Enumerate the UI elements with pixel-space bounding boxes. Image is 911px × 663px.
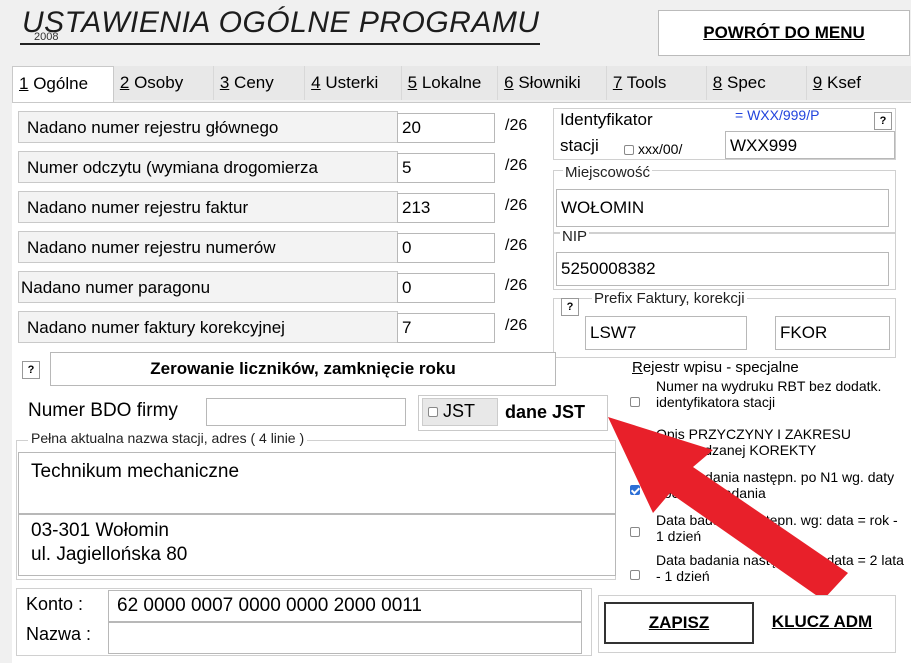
tab-osoby[interactable]: 2 Osoby: [113, 66, 214, 100]
counter-suffix: /26: [505, 157, 528, 174]
tab-num: 4: [311, 73, 321, 92]
jst-data-button[interactable]: dane JST: [505, 402, 585, 423]
tab-num: 1: [19, 74, 29, 93]
tab-num: 9: [812, 73, 823, 92]
counter-label: Nadano numer rejestru numerów: [18, 231, 398, 263]
admin-key-label: KLUCZ ADM: [771, 612, 873, 631]
counter-value-field[interactable]: 0: [397, 233, 495, 263]
tab-num: 5: [407, 73, 418, 92]
title-underline: [20, 43, 540, 45]
station-id-label: Identyfikator: [560, 110, 653, 129]
tab-num: 7: [612, 73, 623, 92]
counter-value-field[interactable]: 20: [397, 113, 495, 143]
tab-label: Spec: [727, 73, 766, 92]
save-label: ZAPISZ: [648, 613, 710, 632]
admin-key-button[interactable]: KLUCZ ADM: [756, 600, 888, 644]
tab-label: Tools: [626, 73, 667, 92]
help-icon[interactable]: ?: [22, 361, 40, 379]
city-label: Miejscowość: [563, 164, 653, 181]
special-title-text: ejestr wpisu - specjalne: [642, 359, 799, 376]
counter-value-field[interactable]: 0: [397, 273, 495, 303]
counter-suffix: /26: [505, 237, 528, 254]
format-hint: = WXX/999/P: [735, 107, 820, 123]
tab-bar: 1 Ogólne 2 Osoby 3 Ceny 4 Usterki 5 Loka…: [12, 66, 911, 103]
counter-suffix: /26: [505, 197, 528, 214]
city-field[interactable]: WOŁOMIN: [556, 189, 889, 227]
tab-lokalne[interactable]: 5 Lokalne: [401, 66, 499, 100]
tab-label: Osoby: [134, 73, 184, 92]
station-id-label-2: stacji: [560, 136, 599, 155]
address-label: Pełna aktualna nazwa stacji, adres ( 4 l…: [28, 430, 308, 446]
counter-suffix: /26: [505, 317, 528, 334]
red-arrow-annotation: [608, 417, 848, 600]
reset-counters-button[interactable]: Zerowanie liczników, zamknięcie roku: [50, 352, 556, 386]
format-option-label: xxx/00/: [638, 141, 683, 157]
nip-field[interactable]: 5250008382: [556, 252, 889, 286]
address-line-1: Technikum mechaniczne: [31, 461, 240, 482]
format-checkbox[interactable]: [624, 145, 634, 155]
special-registry-title: Rejestr wpisu - specjalne: [632, 359, 799, 376]
konto-label: Konto :: [26, 594, 84, 614]
arrow-shape: [608, 417, 848, 600]
tab-num: 3: [219, 73, 230, 92]
counter-label: Numer odczytu (wymiana drogomierza: [18, 151, 398, 183]
counter-label: Nadano numer rejestru głównego: [18, 111, 398, 143]
tab-num: 2: [119, 73, 130, 92]
tab-tools[interactable]: 7 Tools: [606, 66, 707, 100]
prefix-label: Prefix Faktury, korekcji: [592, 290, 747, 307]
counter-value-field[interactable]: 7: [397, 313, 495, 343]
bdo-field[interactable]: [206, 398, 406, 426]
year-label: 2008: [34, 31, 59, 43]
counter-suffix: /26: [505, 277, 528, 294]
konto-field[interactable]: 62 0000 0007 0000 0000 2000 0011: [108, 590, 582, 622]
tab-spec[interactable]: 8 Spec: [706, 66, 807, 100]
save-button[interactable]: ZAPISZ: [604, 602, 754, 644]
nip-label: NIP: [560, 228, 590, 245]
tab-label: Ogólne: [33, 74, 89, 93]
bdo-label: Numer BDO firmy: [28, 400, 178, 421]
tab-label: Ksef: [826, 73, 862, 92]
counter-suffix: /26: [505, 117, 528, 134]
nazwa-field[interactable]: [108, 622, 582, 654]
back-to-menu-label: POWRÓT DO MENU: [703, 23, 865, 42]
tab-ksef[interactable]: 9 Ksef: [806, 66, 911, 100]
help-icon[interactable]: ?: [874, 112, 892, 130]
counter-value-field[interactable]: 213: [397, 193, 495, 223]
tab-num: 6: [504, 73, 514, 92]
counter-label: Nadano numer faktury korekcyjnej: [18, 311, 398, 343]
counter-value-field[interactable]: 5: [397, 153, 495, 183]
counter-label: Nadano numer rejestru faktur: [18, 191, 398, 223]
invoice-prefix-field[interactable]: LSW7: [585, 316, 747, 350]
special-title-hotkey: R: [632, 359, 643, 376]
tab-label: Słowniki: [518, 73, 581, 92]
tab-usterki[interactable]: 4 Usterki: [305, 66, 402, 100]
help-icon[interactable]: ?: [561, 298, 579, 316]
back-to-menu-button[interactable]: POWRÓT DO MENU: [658, 10, 910, 56]
address-line-1-field[interactable]: Technikum mechaniczne: [18, 452, 616, 514]
tab-label: Lokalne: [421, 73, 482, 92]
counter-label: Nadano numer paragonu: [18, 271, 398, 303]
address-line-3-field[interactable]: 03-301 Wołomin ul. Jagiellońska 80: [18, 514, 616, 576]
jst-label: JST: [443, 401, 476, 421]
tab-num: 8: [712, 73, 723, 92]
tab-label: Ceny: [234, 73, 274, 92]
tab-label: Usterki: [325, 73, 379, 92]
correction-prefix-field[interactable]: FKOR: [775, 316, 890, 350]
jst-checkbox[interactable]: [428, 407, 438, 417]
page-title: USTAWIENIA OGÓLNE PROGRAMU: [22, 6, 540, 39]
address-line-3: 03-301 Wołomin: [31, 520, 170, 541]
tab-slowniki[interactable]: 6 Słowniki: [498, 66, 607, 100]
tab-ogolne[interactable]: 1 Ogólne: [12, 66, 114, 103]
address-line-4: ul. Jagiellońska 80: [31, 544, 188, 565]
station-id-field[interactable]: WXX999: [725, 131, 895, 159]
tab-ceny[interactable]: 3 Ceny: [213, 66, 306, 100]
nazwa-label: Nazwa :: [26, 624, 92, 644]
